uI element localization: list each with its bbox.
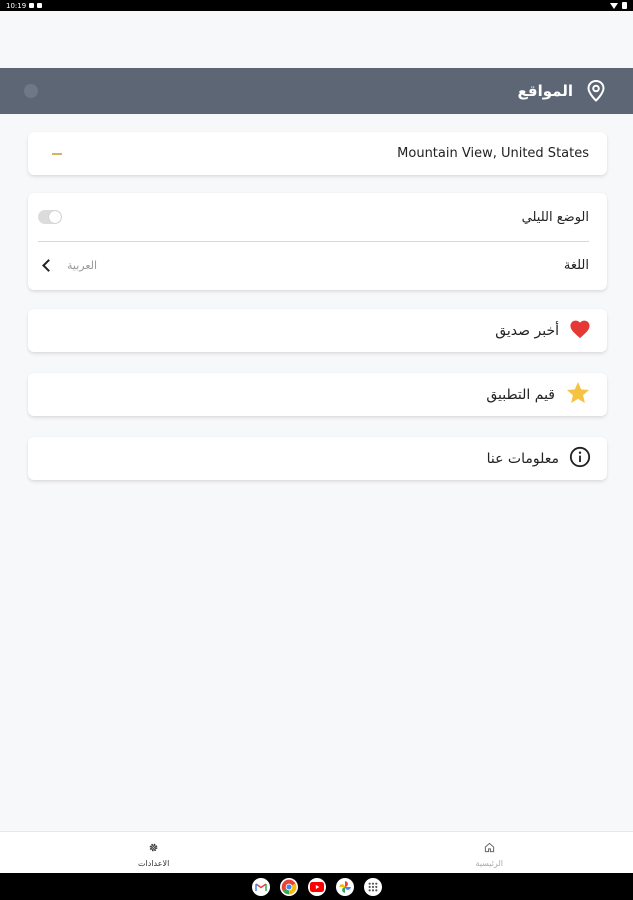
night-mode-toggle[interactable] [38,210,62,224]
language-label: اللغة [563,258,589,273]
info-icon [569,446,591,472]
night-mode-label: الوضع الليلي [521,209,589,225]
location-name: Mountain View, United States [397,146,589,161]
bottom-navigation: الاعدادات الرئيسية [0,831,633,873]
wifi-icon [610,2,618,9]
photos-icon[interactable] [335,877,354,896]
nav-settings-tab[interactable]: الاعدادات [138,832,169,873]
night-mode-row: الوضع الليلي [38,193,589,241]
chrome-icon[interactable] [279,877,298,896]
rate-app-label: قيم التطبيق [486,386,555,403]
youtube-icon[interactable] [307,877,326,896]
app-drawer-icon[interactable] [363,877,382,896]
app-bar: المواقع [0,68,633,114]
app-bar-action-icon[interactable] [24,84,38,98]
toggle-knob [49,211,61,223]
share-app-label: أخبر صديق [495,322,559,339]
nav-settings-label: الاعدادات [138,858,170,868]
battery-icon [622,2,627,9]
star-icon [565,380,591,410]
status-time: 10:19 [6,1,27,10]
page-title: المواقع [517,82,573,100]
about-us-label: معلومات عنا [486,450,559,467]
location-card[interactable]: Mountain View, United States [28,132,607,175]
language-value: العربية [67,259,98,272]
about-us-button[interactable]: معلومات عنا [28,437,607,480]
settings-status-icon [29,3,35,8]
rate-app-button[interactable]: قيم التطبيق [28,373,607,416]
top-spacer [0,11,633,68]
chevron-left-icon [42,259,55,272]
system-taskbar [0,873,633,900]
status-bar: 10:19 [0,0,633,11]
gmail-icon[interactable] [251,877,270,896]
settings-card: الوضع الليلي العربية اللغة [28,193,607,290]
heart-icon [569,319,591,343]
gear-icon [148,838,159,857]
nav-home-label: الرئيسية [475,858,503,868]
nav-home-tab[interactable]: الرئيسية [475,832,503,873]
language-row[interactable]: العربية اللغة [38,241,589,289]
share-app-button[interactable]: أخبر صديق [28,309,607,352]
lock-status-icon [37,3,43,8]
home-icon [484,838,495,857]
remove-location-button[interactable] [52,152,62,155]
map-pin-icon [585,79,607,103]
app-bar-title-group: المواقع [518,79,607,103]
